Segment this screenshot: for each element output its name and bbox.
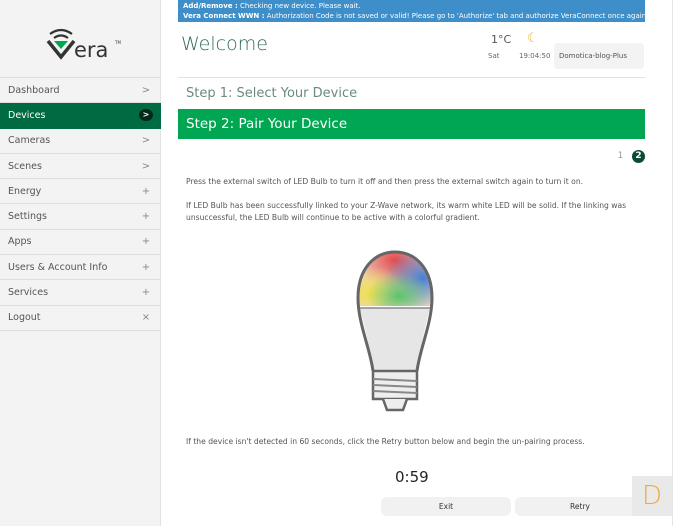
countdown-timer: 0:59 bbox=[395, 468, 429, 486]
sidebar-item-cameras[interactable]: Cameras > bbox=[0, 129, 161, 154]
led-bulb-illustration bbox=[356, 250, 434, 412]
sidebar-item-label: Cameras bbox=[8, 135, 51, 147]
banner-label: Add/Remove : bbox=[183, 2, 238, 10]
right-edge bbox=[672, 0, 682, 526]
sidebar-item-users-account-info[interactable]: Users & Account Info + bbox=[0, 255, 161, 281]
result-info-text: If LED Bulb has been successfully linked… bbox=[186, 201, 627, 222]
banner-label: Vera Connect WWN : bbox=[183, 12, 265, 20]
retry-info-text: If the device isn't detected in 60 secon… bbox=[186, 437, 585, 446]
page-2: 2 bbox=[632, 150, 645, 163]
banner-text: Checking new device. Please wait. bbox=[237, 2, 361, 10]
svg-text:era: era bbox=[74, 38, 108, 60]
page-1[interactable]: 1 bbox=[614, 150, 627, 163]
notification-banner: Add/Remove : Checking new device. Please… bbox=[178, 0, 645, 22]
sidebar-item-services[interactable]: Services + bbox=[0, 280, 161, 306]
sidebar-item-label: Energy bbox=[8, 185, 42, 197]
sidebar-nav: Dashboard > Devices > Cameras > Scenes > Energy +… bbox=[0, 77, 161, 331]
sidebar-item-label: Logout bbox=[8, 312, 41, 324]
sidebar-item-logout[interactable]: Logout × bbox=[0, 306, 161, 331]
step-2-header: Step 2: Pair Your Device bbox=[178, 109, 645, 139]
temperature: 1°C bbox=[491, 33, 512, 46]
exit-button[interactable]: Exit bbox=[381, 497, 511, 516]
day-label: Sat bbox=[488, 52, 500, 60]
plus-icon: + bbox=[141, 261, 151, 273]
sidebar-item-label: Devices bbox=[8, 109, 46, 121]
sidebar-item-dashboard[interactable]: Dashboard > bbox=[0, 78, 161, 104]
svg-text:TM: TM bbox=[114, 40, 121, 45]
close-icon: × bbox=[141, 312, 151, 324]
moon-weather-icon: ☾ bbox=[527, 31, 539, 46]
corner-badge[interactable]: D bbox=[632, 476, 672, 516]
retry-button[interactable]: Retry bbox=[515, 497, 645, 516]
sidebar-item-label: Dashboard bbox=[8, 84, 60, 96]
sidebar-item-label: Scenes bbox=[8, 160, 42, 172]
plus-icon: + bbox=[141, 211, 151, 223]
chevron-right-icon: > bbox=[141, 135, 151, 147]
page-title: Welcome bbox=[181, 33, 268, 55]
chevron-right-icon: > bbox=[141, 84, 151, 96]
clock: 19:04:50 bbox=[519, 52, 551, 60]
sidebar-item-devices[interactable]: Devices > bbox=[0, 103, 161, 129]
chevron-right-icon: > bbox=[139, 109, 153, 122]
banner-text: Authorization Code is not saved or valid… bbox=[264, 12, 645, 20]
sidebar-item-apps[interactable]: Apps + bbox=[0, 230, 161, 256]
sidebar-item-label: Settings bbox=[8, 211, 47, 223]
sidebar-item-scenes[interactable]: Scenes > bbox=[0, 154, 161, 180]
chevron-right-icon: > bbox=[141, 160, 151, 172]
sidebar-item-label: Services bbox=[8, 287, 49, 299]
step-1-header[interactable]: Step 1: Select Your Device bbox=[186, 86, 357, 101]
plus-icon: + bbox=[141, 185, 151, 197]
divider bbox=[178, 77, 645, 78]
account-selector[interactable]: Domotica-blog-Plus bbox=[554, 43, 644, 69]
plus-icon: + bbox=[141, 236, 151, 248]
sidebar-item-energy[interactable]: Energy + bbox=[0, 179, 161, 205]
sidebar-item-settings[interactable]: Settings + bbox=[0, 204, 161, 230]
sidebar-item-label: Users & Account Info bbox=[8, 261, 108, 273]
plus-icon: + bbox=[141, 287, 151, 299]
sidebar: era TM Dashboard > Devices > Cameras > Scenes >… bbox=[0, 0, 161, 526]
vera-logo: era TM bbox=[46, 28, 121, 60]
sidebar-item-label: Apps bbox=[8, 236, 32, 248]
step-pager: 1 2 bbox=[614, 150, 645, 163]
instruction-text: Press the external switch of LED Bulb to… bbox=[186, 177, 584, 186]
